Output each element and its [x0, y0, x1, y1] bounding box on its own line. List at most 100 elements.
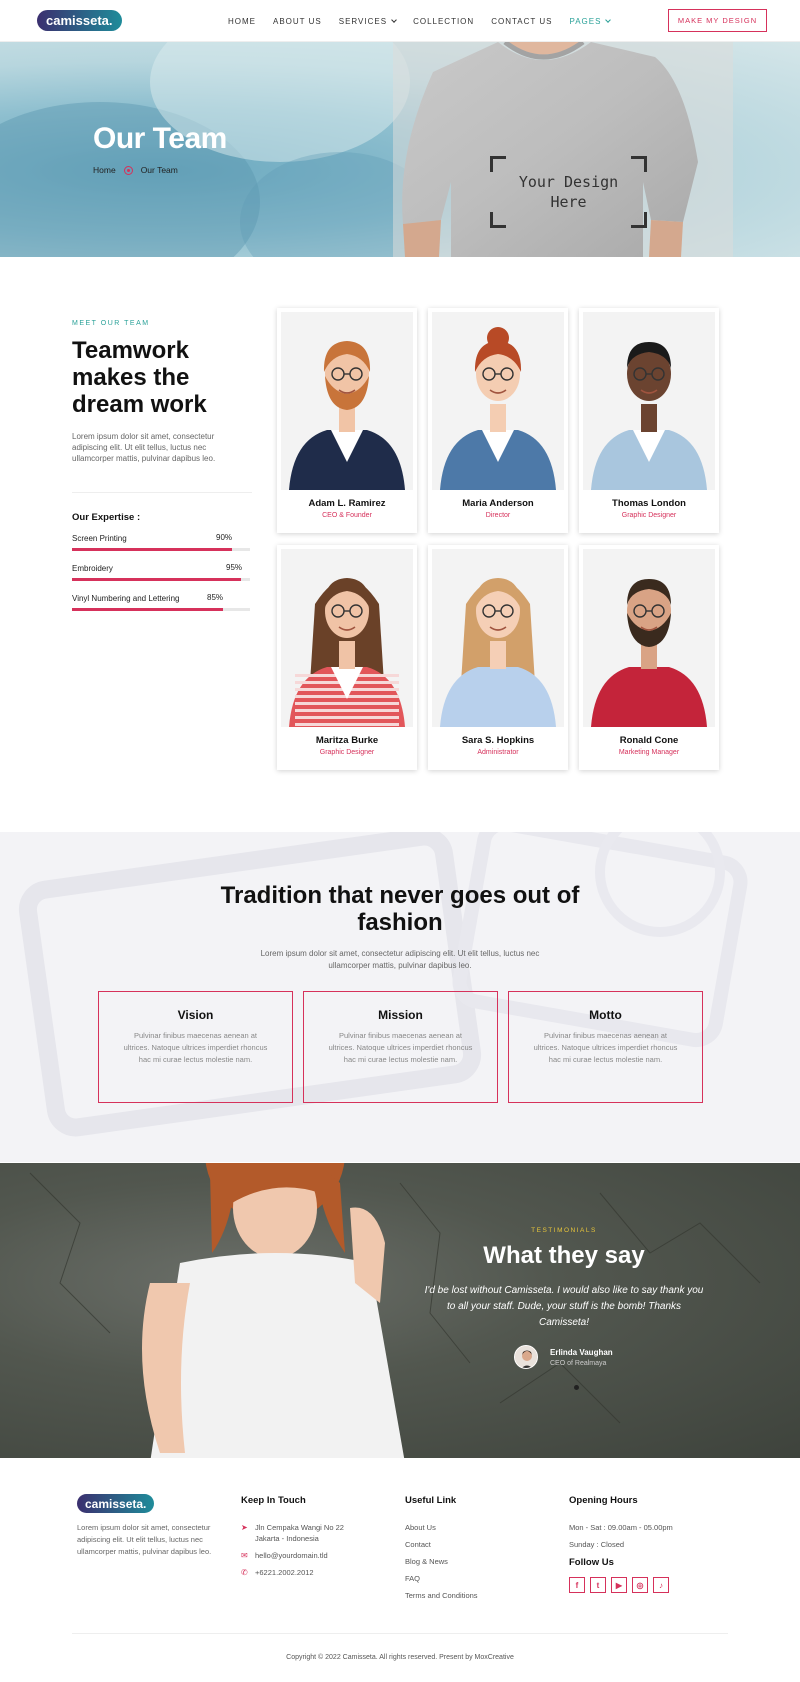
- site-header: camisseta. HOME ABOUT US SERVICES COLLECTIO…: [0, 0, 800, 42]
- testimonial-heading: What they say: [483, 1242, 645, 1269]
- value-box-text: Pulvinar finibus maecenas aenean at ultr…: [123, 1031, 268, 1064]
- follow-us-title: Follow Us: [569, 1557, 614, 1568]
- footer-email[interactable]: hello@yourdomain.tld: [255, 1550, 328, 1561]
- footer-logo[interactable]: camisseta.: [77, 1494, 155, 1513]
- team-member-photo: [583, 312, 715, 490]
- team-member-role: Graphic Designer: [621, 512, 677, 519]
- youtube-icon[interactable]: ▶: [611, 1577, 627, 1593]
- keep-in-touch-title: Keep In Touch: [241, 1495, 306, 1506]
- nav-item-label: HOME: [228, 16, 256, 26]
- team-member-name: Thomas London: [612, 498, 686, 509]
- team-member-photo: [432, 312, 564, 490]
- skill-fill: [72, 578, 242, 581]
- nav-item-label: COLLECTION: [413, 16, 475, 26]
- team-member-role: Marketing Manager: [618, 749, 680, 756]
- page-title: Our Team: [93, 122, 227, 155]
- team-member-card[interactable]: Sara S. Hopkins Administrator: [428, 545, 568, 770]
- skill-name: Embroidery: [72, 564, 113, 573]
- team-member-name: Maria Anderson: [462, 498, 534, 509]
- value-box-text: Pulvinar finibus maecenas aenean at ultr…: [328, 1031, 473, 1064]
- design-placeholder: Your Design Here: [490, 156, 647, 228]
- nav-item-about-us[interactable]: ABOUT US: [273, 17, 322, 26]
- tiktok-icon[interactable]: ♪: [653, 1577, 669, 1593]
- team-intro: Lorem ipsum dolor sit amet, consectetur …: [72, 432, 216, 463]
- team-member-card[interactable]: Adam L. Ramirez CEO & Founder: [277, 308, 417, 533]
- team-member-card[interactable]: Thomas London Graphic Designer: [579, 308, 719, 533]
- breadcrumb-current: Our Team: [140, 165, 178, 175]
- nav-item-services[interactable]: SERVICES: [339, 16, 397, 26]
- skill-track: [72, 608, 250, 611]
- nav-item-contact-us[interactable]: CONTACT US: [491, 17, 552, 26]
- facebook-icon[interactable]: f: [569, 1577, 585, 1593]
- nav-item-pages[interactable]: PAGES: [569, 16, 612, 26]
- breadcrumb-separator-icon: [123, 165, 133, 175]
- footer-divider: [72, 1633, 728, 1634]
- nav-item-label: CONTACT US: [491, 16, 553, 26]
- site-logo[interactable]: camisseta.: [37, 10, 122, 31]
- mail-icon: ✉: [241, 1551, 248, 1560]
- nav-item-label: ABOUT US: [273, 16, 322, 26]
- location-icon: ➤: [241, 1523, 248, 1532]
- divider: [72, 492, 252, 493]
- chevron-down-icon: [605, 16, 612, 23]
- footer-link[interactable]: Terms and Conditions: [405, 1590, 478, 1601]
- team-member-name: Adam L. Ramirez: [308, 498, 386, 509]
- footer-link[interactable]: Contact: [405, 1539, 431, 1550]
- value-box-title: Motto: [589, 1008, 622, 1022]
- footer-link[interactable]: About Us: [405, 1522, 436, 1533]
- team-member-photo: [583, 549, 715, 727]
- copyright: Copyright © 2022 Camisseta. All rights r…: [286, 1654, 514, 1661]
- footer-address: Jln Cempaka Wangi No 22 Jakarta - Indone…: [255, 1523, 344, 1543]
- footer-phone[interactable]: +6221.2002.2012: [255, 1567, 314, 1578]
- opening-hours-title: Opening Hours: [569, 1495, 638, 1506]
- team-member-card[interactable]: Maritza Burke Graphic Designer: [277, 545, 417, 770]
- footer-link[interactable]: Blog & News: [405, 1556, 448, 1567]
- team-member-name: Maritza Burke: [315, 735, 379, 746]
- design-placeholder-line2: Here: [550, 193, 587, 211]
- page-hero: Our Team Home Our Team Your Design Here: [0, 42, 800, 257]
- value-box-text: Pulvinar finibus maecenas aenean at ultr…: [533, 1031, 678, 1064]
- team-member-photo: [281, 549, 413, 727]
- expertise-title: Our Expertise :: [72, 512, 141, 523]
- twitter-icon[interactable]: t: [590, 1577, 606, 1593]
- carousel-dot[interactable]: [574, 1385, 579, 1390]
- footer-link[interactable]: FAQ: [405, 1573, 420, 1584]
- values-section: Tradition that never goes out of fashion…: [0, 832, 800, 1162]
- value-box-title: Vision: [177, 1008, 214, 1022]
- value-box-title: Mission: [378, 1008, 423, 1022]
- hours-weekday: Mon - Sat : 09.00am - 05.00pm: [569, 1523, 673, 1532]
- skill-bar: Screen Printing 90%: [72, 533, 252, 551]
- team-member-name: Ronald Cone: [619, 735, 679, 746]
- team-member-card[interactable]: Ronald Cone Marketing Manager: [579, 545, 719, 770]
- hours-sunday: Sunday : Closed: [569, 1540, 625, 1549]
- skill-name: Vinyl Numbering and Lettering: [72, 594, 180, 603]
- values-intro: Lorem ipsum dolor sit amet, consectetur …: [260, 949, 540, 970]
- skill-bar: Embroidery 95%: [72, 563, 252, 581]
- values-heading: Tradition that never goes out of fashion: [220, 882, 580, 936]
- breadcrumb: Home Our Team: [93, 165, 178, 175]
- breadcrumb-home-link[interactable]: Home: [93, 165, 116, 175]
- team-member-role: CEO & Founder: [322, 512, 372, 519]
- value-box-vision: Vision Pulvinar finibus maecenas aenean a…: [98, 991, 293, 1103]
- phone-icon: ✆: [241, 1568, 248, 1577]
- skill-track: [72, 578, 250, 581]
- make-my-design-button[interactable]: MAKE MY DESIGN: [668, 9, 767, 32]
- useful-link-title: Useful Link: [405, 1495, 457, 1506]
- page: camisseta. HOME ABOUT US SERVICES COLLECTIO…: [0, 0, 800, 1682]
- team-member-name: Sara S. Hopkins: [461, 735, 535, 746]
- nav-item-home[interactable]: HOME: [228, 17, 256, 26]
- team-member-role: Graphic Designer: [319, 749, 375, 756]
- skill-track: [72, 548, 250, 551]
- skill-bar: Vinyl Numbering and Lettering 85%: [72, 593, 252, 611]
- team-member-role: Administrator: [477, 749, 519, 756]
- skill-percent: 85%: [207, 593, 224, 602]
- nav-item-collection[interactable]: COLLECTION: [413, 17, 474, 26]
- skill-fill: [72, 608, 224, 611]
- instagram-icon[interactable]: ◎: [632, 1577, 648, 1593]
- testimonial-quote: I'd be lost without Camisseta. I would a…: [424, 1285, 704, 1328]
- team-member-card[interactable]: Maria Anderson Director: [428, 308, 568, 533]
- site-footer: camisseta. Lorem ipsum dolor sit amet, c…: [0, 1458, 800, 1682]
- chevron-down-icon: [391, 16, 397, 23]
- testimonial-eyebrow: TESTIMONIALS: [531, 1227, 597, 1234]
- testimonial-author: Erlinda Vaughan: [550, 1348, 613, 1357]
